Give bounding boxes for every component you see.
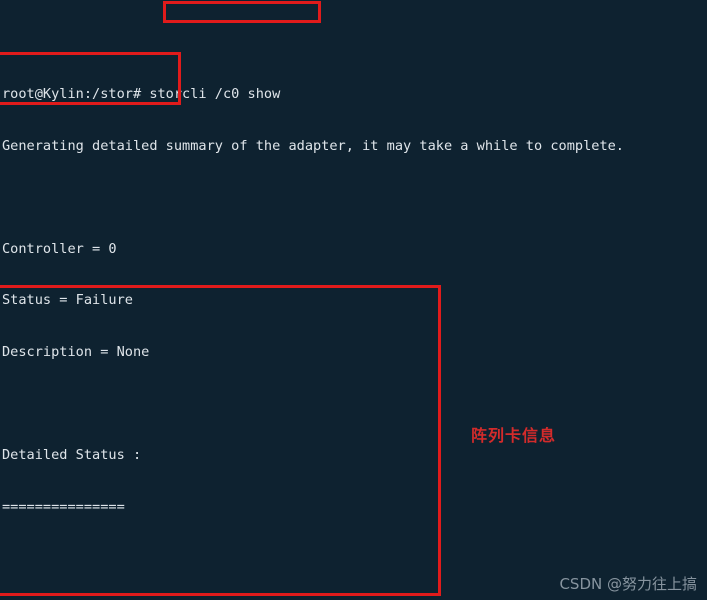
terminal-line-generating: Generating detailed summary of the adapt…: [2, 137, 624, 154]
terminal-line-status: Status = Failure: [2, 292, 133, 309]
terminal-line-controller: Controller = 0: [2, 240, 117, 257]
csdn-watermark: CSDN @努力往上搞: [559, 575, 697, 593]
terminal-line-overflow: [0, 34, 707, 51]
terminal-line-detailed-status-underline: ===============: [2, 498, 125, 515]
terminal-line-blank-3: [0, 550, 707, 567]
terminal-output[interactable]: root@Kylin:/stor# storcli /c0 show Gener…: [0, 0, 707, 600]
terminal-line-blank-2: [0, 396, 707, 413]
terminal-line-detailed-status-heading: Detailed Status :: [2, 447, 142, 464]
terminal-line-blank-1: [0, 189, 707, 206]
terminal-line-description: Description = None: [2, 343, 150, 360]
terminal-line-prompt-command: root@Kylin:/stor# storcli /c0 show: [2, 86, 281, 102]
annotation-label-raid-card-info: 阵列卡信息: [471, 426, 557, 445]
terminal-window: root@Kylin:/stor# storcli /c0 show Gener…: [0, 0, 707, 600]
